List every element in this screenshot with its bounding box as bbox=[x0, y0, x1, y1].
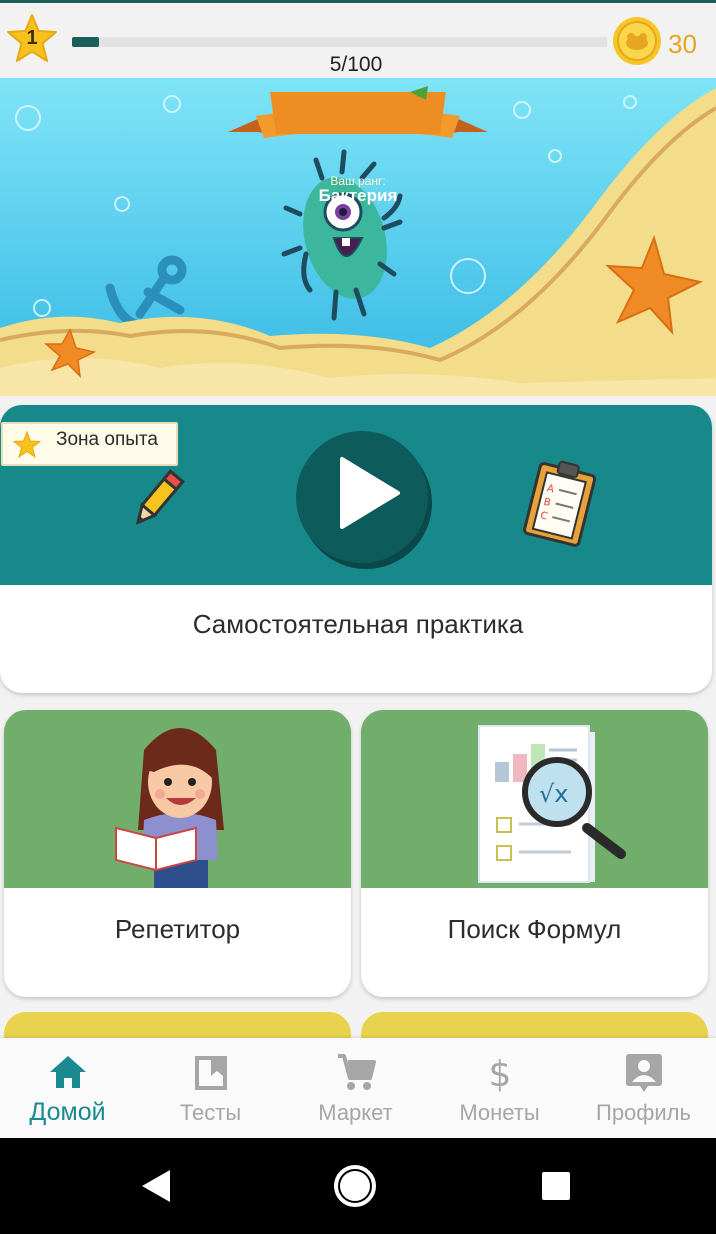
underwater-scene bbox=[0, 78, 716, 396]
rank-banner: Ваш ранг: Бактерия bbox=[0, 78, 716, 396]
svg-text:$: $ bbox=[488, 1054, 511, 1092]
clipboard-test-icon: A B C bbox=[523, 460, 597, 547]
practice-title: Самостоятельная практика bbox=[192, 609, 524, 639]
tutor-title: Репетитор bbox=[114, 914, 241, 944]
cart-icon bbox=[337, 1054, 376, 1090]
formula-search-card[interactable]: √x Поиск Формул bbox=[361, 710, 708, 997]
tutor-card[interactable]: Репетитор bbox=[4, 710, 351, 997]
home-icon bbox=[49, 1056, 86, 1088]
experience-zone-label: Зона опыта bbox=[56, 429, 158, 450]
play-button[interactable] bbox=[296, 431, 428, 563]
xp-progress-fill bbox=[72, 37, 99, 47]
system-navigation-bar bbox=[0, 1138, 716, 1234]
coin-icon[interactable] bbox=[612, 16, 662, 66]
star-icon bbox=[13, 431, 41, 459]
xp-text: 5/100 bbox=[329, 53, 383, 76]
formula-search-card-image: √x bbox=[361, 710, 708, 888]
nav-market[interactable]: Маркет bbox=[284, 1038, 427, 1138]
formula-search-title: Поиск Формул bbox=[447, 914, 622, 944]
self-practice-card[interactable]: A B C Зона опыта Самостоятельная практик… bbox=[0, 405, 712, 693]
nav-profile[interactable]: Профиль bbox=[572, 1038, 715, 1138]
bottom-navigation: Домой Тесты Маркет $ Монеты Профиль bbox=[0, 1038, 716, 1138]
nav-coins-label: Монеты bbox=[459, 1100, 540, 1125]
nav-market-label: Маркет bbox=[318, 1100, 393, 1125]
nav-tests[interactable]: Тесты bbox=[139, 1038, 282, 1138]
tutor-card-image bbox=[4, 710, 351, 890]
play-icon bbox=[340, 457, 400, 529]
level-number: 1 bbox=[26, 27, 38, 49]
back-icon[interactable] bbox=[136, 1166, 176, 1206]
bookmark-icon bbox=[194, 1056, 227, 1090]
coin-count[interactable]: 30 bbox=[668, 29, 697, 60]
xp-progress-bar bbox=[72, 37, 607, 47]
recents-icon[interactable] bbox=[540, 1170, 572, 1202]
nav-home[interactable]: Домой bbox=[0, 1038, 139, 1138]
nav-coins[interactable]: $ Монеты bbox=[428, 1038, 571, 1138]
svg-text:√x: √x bbox=[539, 780, 569, 808]
formula-search-illustration: √x bbox=[478, 725, 626, 883]
nav-tests-label: Тесты bbox=[179, 1100, 242, 1125]
dollar-icon: $ bbox=[488, 1054, 511, 1092]
nav-home-label: Домой bbox=[29, 1098, 106, 1126]
pencil-icon bbox=[135, 469, 185, 526]
tutor-illustration bbox=[115, 728, 224, 890]
profile-icon bbox=[625, 1054, 662, 1092]
status-bar: 1 5/100 30 bbox=[0, 0, 716, 78]
home-circle-icon[interactable] bbox=[332, 1163, 378, 1209]
rank-name: Бактерия bbox=[318, 186, 398, 205]
nav-profile-label: Профиль bbox=[596, 1100, 691, 1125]
